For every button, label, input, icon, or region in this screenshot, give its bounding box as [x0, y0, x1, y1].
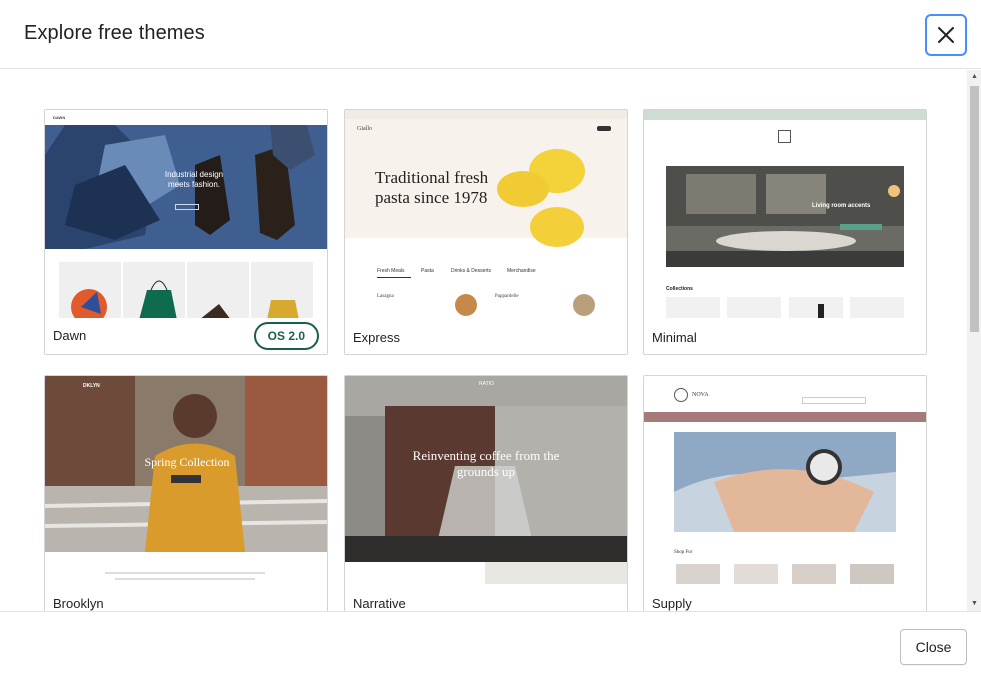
explore-themes-modal: Explore free themes DAWN Industrial desi… — [0, 0, 981, 680]
scroll-up-icon[interactable]: ▲ — [970, 72, 979, 82]
express-brand: Giallo — [357, 126, 372, 132]
narrative-hero-text: Reinventing coffee from the grounds up — [412, 448, 560, 479]
theme-preview-express: Giallo Traditional fresh pasta since 197… — [345, 110, 627, 320]
theme-card-narrative[interactable]: RATIO Reinventing coffee from the ground… — [344, 375, 628, 611]
theme-preview-dawn: DAWN Industrial design meets fashion. — [45, 110, 327, 320]
modal-header: Explore free themes — [0, 0, 981, 69]
close-icon — [938, 27, 954, 43]
theme-name: Express — [353, 330, 400, 345]
minimal-hero-text: Living room accents — [812, 203, 871, 209]
theme-preview-narrative: RATIO Reinventing coffee from the ground… — [345, 376, 627, 586]
express-tab-3: Drinks & Desserts — [451, 268, 492, 274]
close-button[interactable]: Close — [900, 629, 967, 665]
modal-title: Explore free themes — [24, 22, 205, 44]
modal-footer: Close — [0, 611, 981, 680]
theme-card-minimal[interactable]: Living room accents Collections Minimal — [643, 109, 927, 355]
theme-card-footer: Express — [345, 318, 627, 354]
dawn-brand: DAWN — [53, 115, 66, 120]
theme-card-dawn[interactable]: DAWN Industrial design meets fashion. Da… — [44, 109, 328, 355]
theme-preview-minimal: Living room accents Collections — [644, 110, 926, 320]
scrollbar-thumb[interactable] — [970, 86, 979, 332]
themes-scroll-area[interactable]: DAWN Industrial design meets fashion. Da… — [0, 70, 981, 611]
theme-name: Brooklyn — [53, 596, 104, 611]
theme-card-express[interactable]: Giallo Traditional fresh pasta since 197… — [344, 109, 628, 355]
theme-card-supply[interactable]: NOVA Shop For Supply — [643, 375, 927, 611]
theme-name: Dawn — [53, 328, 87, 343]
theme-card-footer: Dawn OS 2.0 — [45, 318, 327, 354]
vertical-scrollbar[interactable]: ▲ ▼ — [967, 70, 981, 611]
narrative-brand: RATIO — [479, 381, 494, 387]
supply-section-title: Shop For — [674, 550, 693, 555]
dawn-hero-text: Industrial design meets fashion. — [164, 170, 224, 189]
close-icon-button[interactable] — [925, 14, 967, 56]
brooklyn-hero-text: Spring Collection — [144, 455, 230, 469]
minimal-section-title: Collections — [666, 286, 693, 292]
express-tab-4: Merchandise — [507, 268, 536, 274]
brooklyn-brand: DKLYN — [83, 383, 100, 389]
theme-card-footer: Brooklyn — [45, 584, 327, 611]
express-hero-text: Traditional fresh pasta since 1978 — [375, 168, 489, 207]
express-item-2: Pappardelle — [495, 294, 519, 299]
theme-name: Supply — [652, 596, 692, 611]
theme-card-footer: Supply — [644, 584, 926, 611]
theme-preview-supply: NOVA Shop For — [644, 376, 926, 586]
theme-card-brooklyn[interactable]: DKLYN Spring Collection Brooklyn — [44, 375, 328, 611]
theme-card-footer: Narrative — [345, 584, 627, 611]
os2-badge: OS 2.0 — [253, 322, 319, 350]
theme-name: Narrative — [353, 596, 406, 611]
express-tab-2: Pasta — [421, 268, 434, 274]
scroll-down-icon[interactable]: ▼ — [970, 599, 979, 609]
theme-card-footer: Minimal — [644, 318, 926, 354]
express-item-1: Lasagna — [377, 294, 394, 299]
theme-name: Minimal — [652, 330, 697, 345]
supply-brand: NOVA — [692, 392, 709, 398]
theme-preview-brooklyn: DKLYN Spring Collection — [45, 376, 327, 586]
express-tab-1: Fresh Meals — [377, 268, 405, 274]
